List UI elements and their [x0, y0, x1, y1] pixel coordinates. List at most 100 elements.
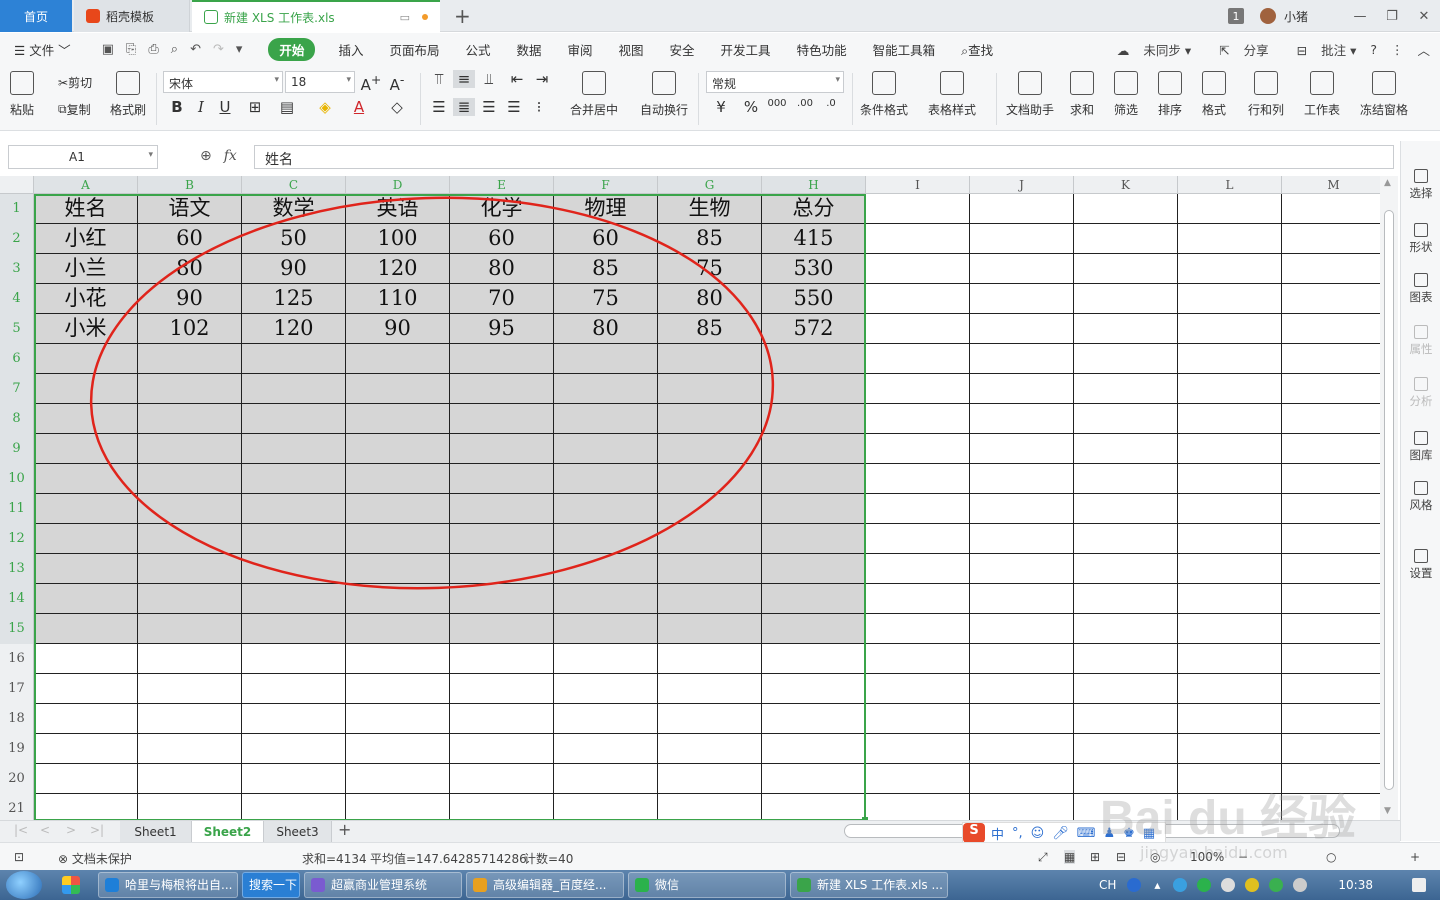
cell-m17[interactable]	[1282, 674, 1380, 704]
cell-l17[interactable]	[1178, 674, 1282, 704]
cell-i19[interactable]	[866, 734, 970, 764]
cell-g6[interactable]	[658, 344, 762, 374]
cell-g2[interactable]: 85	[658, 224, 762, 254]
increase-decimal-icon[interactable]: .00	[794, 98, 816, 109]
column-header-l[interactable]: L	[1178, 176, 1282, 194]
cell-a20[interactable]	[34, 764, 138, 794]
cell-h20[interactable]	[762, 764, 866, 794]
row-header[interactable]: 1	[0, 194, 34, 224]
menu-data[interactable]: 数据	[503, 40, 554, 59]
row-header[interactable]: 18	[0, 704, 34, 734]
cell-i21[interactable]	[866, 794, 970, 820]
cell-i4[interactable]	[866, 284, 970, 314]
sheet-tab-2[interactable]: Sheet2	[192, 821, 264, 843]
cell-g16[interactable]	[658, 644, 762, 674]
cell-a2[interactable]: 小红	[34, 224, 138, 254]
cell-h10[interactable]	[762, 464, 866, 494]
sidebar-item-cursor[interactable]: 选择	[1401, 169, 1440, 201]
cell-e4[interactable]: 70	[450, 284, 554, 314]
last-sheet-icon[interactable]: >|	[90, 823, 104, 837]
sidebar-item-chart[interactable]: 图表	[1401, 273, 1440, 305]
font-size-select[interactable]: 18	[285, 71, 355, 93]
print-icon[interactable]: ⎙	[148, 42, 158, 57]
cell-k19[interactable]	[1074, 734, 1178, 764]
row-header[interactable]: 10	[0, 464, 34, 494]
filter-button[interactable]: 筛选	[1114, 71, 1138, 118]
currency-icon[interactable]: ¥	[710, 98, 732, 116]
tab-pin-icon[interactable]: ▭	[400, 11, 410, 24]
cell-d8[interactable]	[346, 404, 450, 434]
cut-button[interactable]: ✂ 剪切	[58, 74, 92, 91]
cell-h7[interactable]	[762, 374, 866, 404]
collapse-ribbon-icon[interactable]: ︿	[1417, 40, 1430, 59]
cell-e3[interactable]: 80	[450, 254, 554, 284]
align-left-icon[interactable]: ☰	[428, 98, 450, 116]
row-header[interactable]: 16	[0, 644, 34, 674]
thousands-icon[interactable]: 000	[766, 98, 788, 109]
row-header[interactable]: 11	[0, 494, 34, 524]
align-right-icon[interactable]: ☰	[478, 98, 500, 116]
cell-h9[interactable]	[762, 434, 866, 464]
cell-j18[interactable]	[970, 704, 1074, 734]
row-header[interactable]: 3	[0, 254, 34, 284]
cell-g10[interactable]	[658, 464, 762, 494]
cell-c12[interactable]	[242, 524, 346, 554]
cell-i18[interactable]	[866, 704, 970, 734]
cell-m5[interactable]	[1282, 314, 1380, 344]
more-icon[interactable]: ⋮	[1391, 42, 1404, 57]
language-indicator[interactable]: CH	[1099, 878, 1116, 892]
cell-f10[interactable]	[554, 464, 658, 494]
column-header-a[interactable]: A	[34, 176, 138, 194]
cell-h21[interactable]	[762, 794, 866, 820]
row-col-button[interactable]: 行和列	[1248, 71, 1284, 118]
cell-j2[interactable]	[970, 224, 1074, 254]
cell-j17[interactable]	[970, 674, 1074, 704]
cell-a11[interactable]	[34, 494, 138, 524]
app-launcher-icon[interactable]	[62, 876, 80, 894]
cell-b10[interactable]	[138, 464, 242, 494]
close-icon[interactable]: ✕	[1408, 9, 1440, 24]
cell-k16[interactable]	[1074, 644, 1178, 674]
cell-j11[interactable]	[970, 494, 1074, 524]
reading-view-icon[interactable]: ⊟	[1116, 850, 1126, 864]
cell-l15[interactable]	[1178, 614, 1282, 644]
taskbar-item[interactable]: 搜索一下	[242, 872, 300, 898]
cell-m1[interactable]	[1282, 194, 1380, 224]
cell-k14[interactable]	[1074, 584, 1178, 614]
cell-m10[interactable]	[1282, 464, 1380, 494]
security-tray-icon[interactable]	[1245, 878, 1260, 892]
avatar[interactable]	[1259, 8, 1276, 24]
menu-view[interactable]: 视图	[606, 40, 657, 59]
cell-l10[interactable]	[1178, 464, 1282, 494]
window-count-badge[interactable]: 1	[1227, 8, 1244, 24]
tab-templates[interactable]: 稻壳模板	[74, 0, 190, 32]
cell-b16[interactable]	[138, 644, 242, 674]
cell-g9[interactable]	[658, 434, 762, 464]
tray-expand-icon[interactable]: ▴	[1154, 878, 1160, 892]
protect-status[interactable]: ⊗ 文档未保护	[58, 850, 132, 867]
user-name[interactable]: 小猪	[1284, 8, 1308, 25]
bold-icon[interactable]: B	[166, 98, 188, 116]
cell-b21[interactable]	[138, 794, 242, 820]
cell-a7[interactable]	[34, 374, 138, 404]
cell-b5[interactable]: 102	[138, 314, 242, 344]
cell-g21[interactable]	[658, 794, 762, 820]
clear-icon[interactable]: ◇	[386, 98, 408, 116]
cell-c14[interactable]	[242, 584, 346, 614]
cell-h13[interactable]	[762, 554, 866, 584]
cell-j15[interactable]	[970, 614, 1074, 644]
cell-d21[interactable]	[346, 794, 450, 820]
cell-c21[interactable]	[242, 794, 346, 820]
cell-e10[interactable]	[450, 464, 554, 494]
paste-button[interactable]: 粘贴	[10, 71, 34, 118]
prev-sheet-icon[interactable]: <	[40, 823, 50, 837]
page-break-icon[interactable]: ⊞	[1090, 850, 1100, 864]
menu-features[interactable]: 特色功能	[784, 40, 860, 59]
number-format-select[interactable]: 常规	[706, 71, 844, 93]
formula-input[interactable]: 姓名	[254, 145, 1394, 169]
cell-l7[interactable]	[1178, 374, 1282, 404]
taskbar-item[interactable]: 高级编辑器_百度经...	[466, 872, 624, 898]
cell-m4[interactable]	[1282, 284, 1380, 314]
new-tab-button[interactable]: +	[454, 4, 471, 28]
cell-f14[interactable]	[554, 584, 658, 614]
